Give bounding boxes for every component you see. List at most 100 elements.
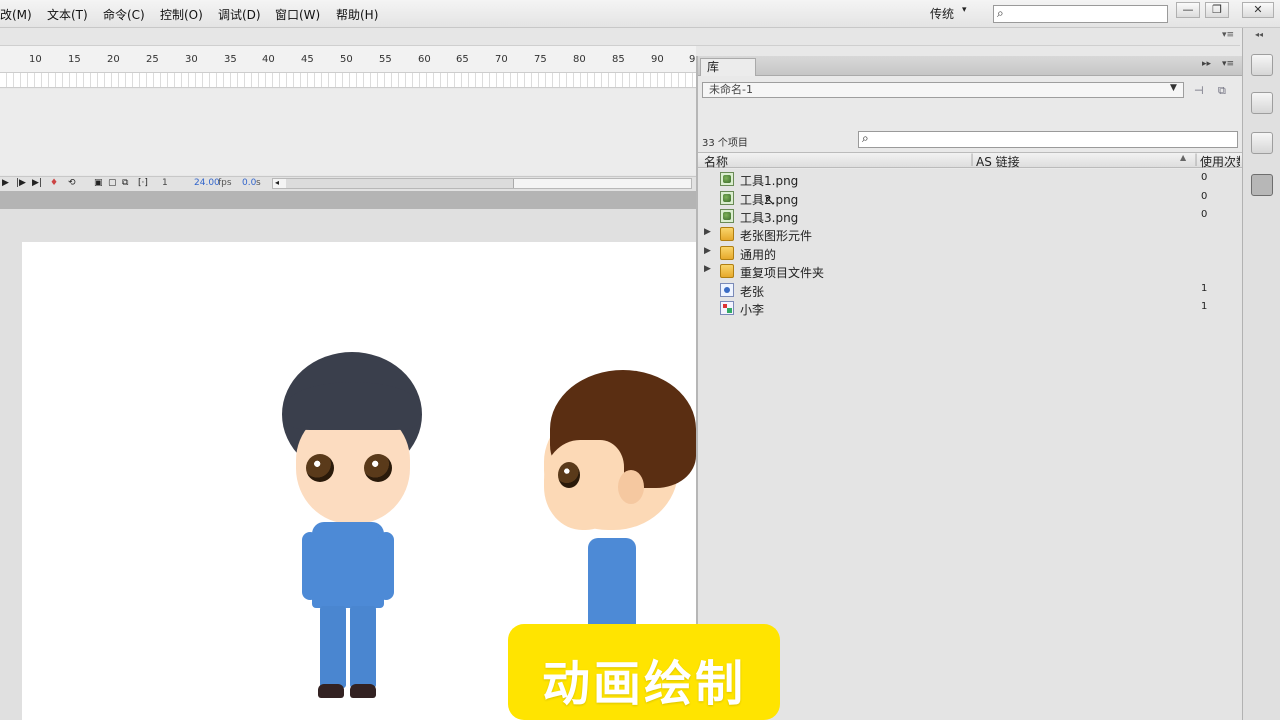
menu-modify[interactable]: 改(M) <box>0 6 32 23</box>
item-uses: 1 <box>1201 283 1208 294</box>
timeline-scroll-thumb[interactable] <box>286 179 514 188</box>
menu-commands[interactable]: 命令(C) <box>103 6 145 23</box>
pin-icon[interactable]: ⊣ <box>1194 84 1204 97</box>
ruler-tick: 60 <box>418 54 431 65</box>
item-name: 工具1.png <box>740 174 799 188</box>
chevron-down-icon[interactable]: ▾ <box>962 5 967 15</box>
ruler-tick: 20 <box>107 54 120 65</box>
collapse-icon[interactable]: ◂◂ <box>1255 30 1263 39</box>
workspace-switcher[interactable]: 传统 <box>930 5 954 22</box>
item-name: 通用的 <box>740 248 777 262</box>
ruler-tick: 85 <box>612 54 625 65</box>
folder-icon <box>720 246 734 260</box>
ruler-tick: 50 <box>340 54 353 65</box>
character-fringe <box>286 382 420 430</box>
list-item[interactable]: ▶ 老张图形元件 <box>698 225 1242 243</box>
frame-rate[interactable]: 24.00 <box>194 178 220 188</box>
mouse-cursor-icon: ↖ <box>764 193 776 209</box>
edit-multiple-frames-icon[interactable]: ⧉ <box>122 178 128 188</box>
expand-arrow-icon[interactable]: ▶ <box>704 264 711 274</box>
character-cheek <box>544 440 624 530</box>
character-ear <box>618 470 644 504</box>
list-item[interactable]: 工具2.png 0 <box>698 189 1242 207</box>
item-uses: 1 <box>1201 301 1208 312</box>
play-icon[interactable]: ▶ <box>2 178 9 188</box>
list-item[interactable]: 工具3.png 0 <box>698 207 1242 225</box>
video-caption: 动画绘制 <box>508 624 780 720</box>
info-icon[interactable] <box>1251 132 1273 154</box>
ruler-tick: 15 <box>68 54 81 65</box>
character-eye <box>558 462 580 488</box>
ruler-tick: 65 <box>456 54 469 65</box>
restore-button[interactable]: ❐ <box>1205 2 1229 18</box>
column-linkage[interactable]: AS 链接 <box>976 153 1020 170</box>
library-item-count: 33 个项目 <box>702 138 748 149</box>
list-item[interactable]: ▶ 通用的 <box>698 244 1242 262</box>
menu-window[interactable]: 窗口(W) <box>275 6 320 23</box>
ruler-tick: 90 <box>651 54 664 65</box>
sort-up-icon[interactable]: ▲ <box>1180 153 1186 162</box>
menu-debug[interactable]: 调试(D) <box>218 6 261 23</box>
panel-menu-icon[interactable]: ▾≡ <box>1222 30 1234 40</box>
list-item[interactable]: 工具1.png 0 <box>698 170 1242 188</box>
onion-outline-icon[interactable]: ▢ <box>108 178 117 188</box>
item-name: 小李 <box>740 303 765 317</box>
help-search-input[interactable]: ⌕ <box>993 5 1168 23</box>
new-library-panel-icon[interactable]: ⧉ <box>1218 84 1226 98</box>
menu-text[interactable]: 文本(T) <box>47 6 88 23</box>
item-uses: 0 <box>1201 209 1208 220</box>
character-laozhang[interactable] <box>280 352 430 702</box>
ruler-tick: 75 <box>534 54 547 65</box>
frame-rate-unit: fps <box>218 178 232 188</box>
go-to-end-icon[interactable]: ▶| <box>32 178 42 188</box>
item-name: 工具3.png <box>740 211 799 225</box>
scroll-left-icon[interactable]: ◂ <box>275 178 279 187</box>
search-icon: ⌕ <box>997 6 1004 20</box>
column-name[interactable]: 名称 <box>704 153 728 170</box>
tab-library[interactable]: 库 <box>700 58 756 76</box>
menu-help[interactable]: 帮助(H) <box>336 6 378 23</box>
ruler-tick: 45 <box>301 54 314 65</box>
expand-arrow-icon[interactable]: ▶ <box>704 246 711 256</box>
ruler-tick: 80 <box>573 54 586 65</box>
bitmap-icon <box>720 191 734 205</box>
list-item[interactable]: 小李 1 <box>698 299 1242 317</box>
item-name: 老张 <box>740 285 765 299</box>
character-right-arm <box>378 532 394 600</box>
loop-icon[interactable]: ⟲ <box>68 178 76 188</box>
align-icon[interactable] <box>1251 92 1273 114</box>
character-left-leg <box>320 606 346 688</box>
timeline-header-strip: ▾≡ <box>0 28 1240 46</box>
ruler-tick: 55 <box>379 54 392 65</box>
onion-skin-icon[interactable]: ▣ <box>94 178 103 188</box>
timeline-frame-row[interactable] <box>0 72 696 88</box>
expand-arrow-icon[interactable]: ▶ <box>704 227 711 237</box>
caption-text: 动画绘制 <box>541 656 746 712</box>
character-xiaoli[interactable] <box>540 370 696 630</box>
minimize-button[interactable]: — <box>1176 2 1200 18</box>
column-divider: | <box>1194 152 1199 166</box>
color-palette-icon[interactable] <box>1251 54 1273 76</box>
list-item[interactable]: ▶ 重复项目文件夹 <box>698 262 1242 280</box>
close-button[interactable]: ✕ <box>1242 2 1274 18</box>
step-forward-icon[interactable]: |▶ <box>16 178 26 188</box>
library-document-select[interactable]: 未命名-1 <box>702 82 1184 98</box>
menu-bar: 改(M) 文本(T) 命令(C) 控制(O) 调试(D) 窗口(W) 帮助(H)… <box>0 0 1280 28</box>
modify-markers-icon[interactable]: [·] <box>138 178 148 188</box>
menu-control[interactable]: 控制(O) <box>160 6 203 23</box>
column-uses[interactable]: 使用次数 <box>1200 153 1240 170</box>
onion-marker-icon[interactable]: ♦ <box>50 178 58 188</box>
panel-menu-icon[interactable]: ▾≡ <box>1222 59 1234 69</box>
library-search-input[interactable]: ⌕ <box>858 131 1238 148</box>
ruler-tick: 40 <box>262 54 275 65</box>
item-name: 老张图形元件 <box>740 229 813 243</box>
library-icon[interactable] <box>1251 174 1273 196</box>
list-item[interactable]: 老张 1 <box>698 281 1242 299</box>
column-divider: | <box>970 152 975 166</box>
collapse-icon[interactable]: ▸▸ <box>1202 59 1211 69</box>
timeline-layer-area[interactable] <box>0 89 696 175</box>
character-right-eye <box>364 454 392 482</box>
chevron-down-icon[interactable]: ▼ <box>1170 83 1177 93</box>
ruler-tick: 70 <box>495 54 508 65</box>
character-left-shoe <box>318 684 344 698</box>
